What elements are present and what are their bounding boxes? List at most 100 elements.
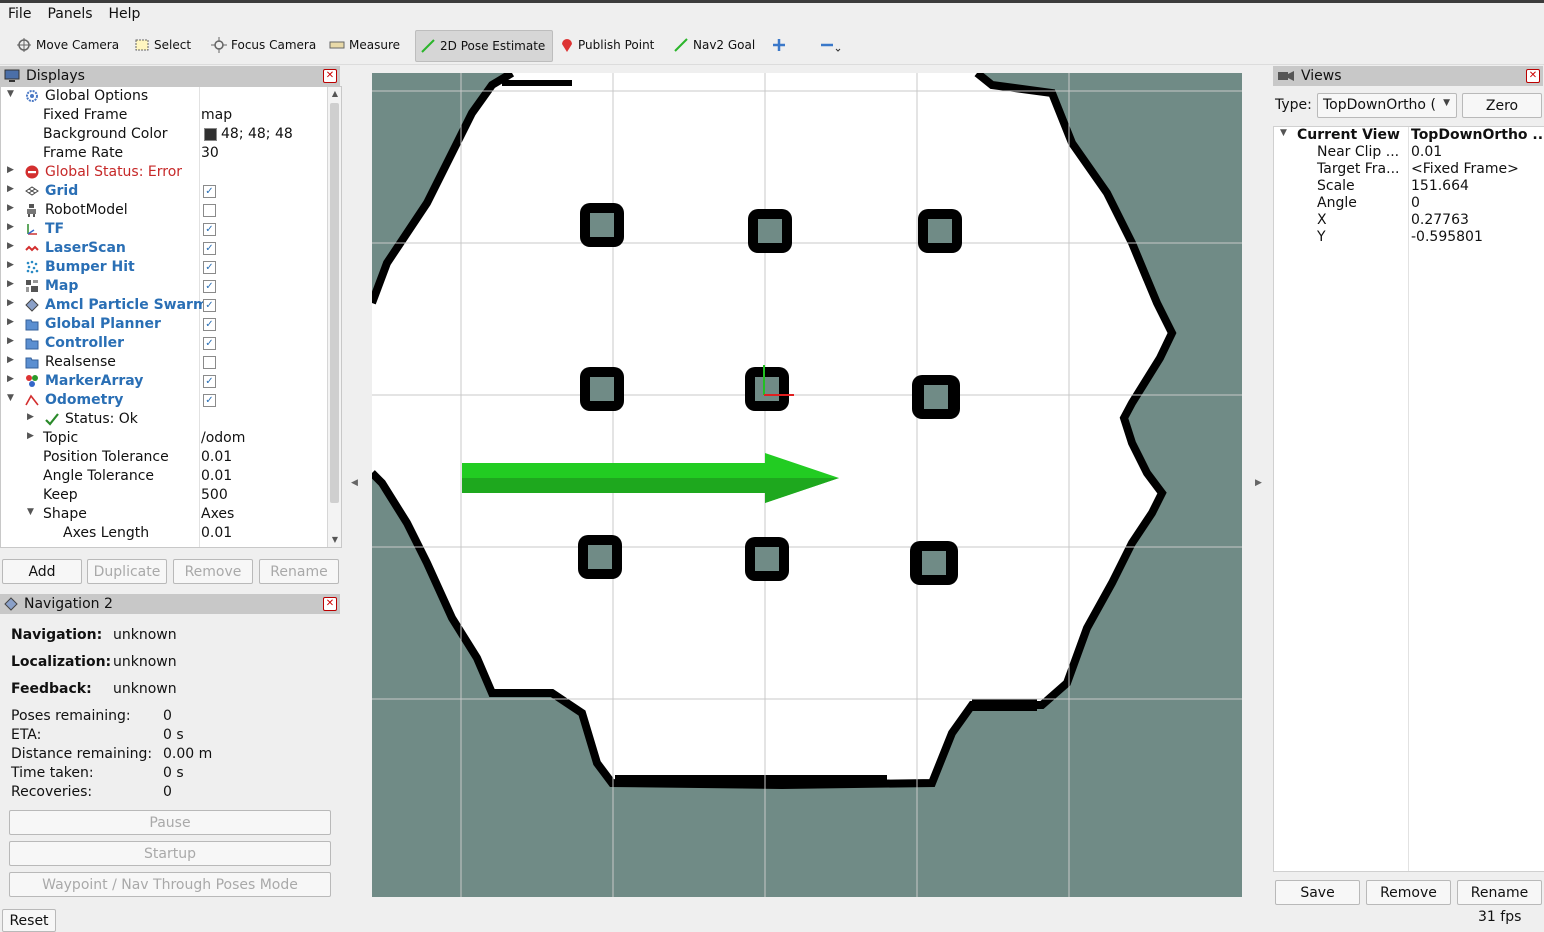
view-prop-value[interactable]: <Fixed Frame>: [1411, 161, 1519, 177]
tree-row-background-color[interactable]: Background Color 48; 48; 48: [1, 125, 327, 144]
tree-value[interactable]: 0.01: [201, 525, 232, 541]
tree-row-map[interactable]: ▶ Map ✓: [1, 277, 327, 296]
expand-right-icon[interactable]: ▶: [7, 165, 14, 175]
remove-view-button[interactable]: Remove: [1366, 880, 1451, 905]
tree-value[interactable]: 0.01: [201, 468, 232, 484]
tree-row-robotmodel[interactable]: ▶ RobotModel: [1, 201, 327, 220]
expand-right-icon[interactable]: ▶: [7, 279, 14, 289]
expand-right-icon[interactable]: ▶: [7, 298, 14, 308]
expand-right-icon[interactable]: ▶: [27, 431, 34, 441]
expand-down-icon[interactable]: ▼: [7, 89, 14, 99]
add-tool-button[interactable]: [767, 30, 791, 60]
tree-row-keep[interactable]: Keep 500: [1, 486, 327, 505]
view-prop-value[interactable]: -0.595801: [1411, 229, 1483, 245]
move-camera-tool[interactable]: Move Camera: [12, 30, 123, 60]
expand-down-icon[interactable]: ▼: [1280, 128, 1287, 138]
expand-down-icon[interactable]: ▼: [27, 507, 34, 517]
expand-right-icon[interactable]: ▶: [7, 184, 14, 194]
pause-button[interactable]: Pause: [9, 810, 331, 835]
view-prop-value[interactable]: 151.664: [1411, 178, 1469, 194]
tree-value[interactable]: 500: [201, 487, 228, 503]
close-icon[interactable]: ✕: [323, 69, 337, 83]
checkbox-unchecked[interactable]: [203, 356, 216, 369]
nav2-goal-tool[interactable]: Nav2 Goal: [669, 30, 759, 60]
tree-row-frame-rate[interactable]: Frame Rate 30: [1, 144, 327, 163]
rename-view-button[interactable]: Rename: [1457, 880, 1542, 905]
waypoint-mode-button[interactable]: Waypoint / Nav Through Poses Mode: [9, 872, 331, 897]
menu-help[interactable]: Help: [101, 6, 149, 22]
tree-row-shape[interactable]: ▼ Shape Axes: [1, 505, 327, 524]
collapse-right-icon[interactable]: ▶: [1255, 478, 1262, 488]
expand-right-icon[interactable]: ▶: [7, 203, 14, 213]
tree-value[interactable]: 0.01: [201, 449, 232, 465]
menu-panels[interactable]: Panels: [39, 6, 100, 22]
checkbox-unchecked[interactable]: [203, 204, 216, 217]
expand-right-icon[interactable]: ▶: [7, 260, 14, 270]
tree-value[interactable]: map: [201, 107, 232, 123]
expand-down-icon[interactable]: ▼: [7, 393, 14, 403]
checkbox-checked[interactable]: ✓: [203, 394, 216, 407]
view-type-select[interactable]: TopDownOrtho ( ▼: [1317, 93, 1457, 118]
tree-value[interactable]: /odom: [201, 430, 245, 446]
remove-display-button[interactable]: Remove: [173, 559, 253, 584]
tree-row-global-status[interactable]: ▶ Global Status: Error: [1, 163, 327, 182]
tree-row-controller[interactable]: ▶ Controller ✓: [1, 334, 327, 353]
close-icon[interactable]: ✕: [1526, 69, 1540, 83]
tree-row-laserscan[interactable]: ▶ LaserScan ✓: [1, 239, 327, 258]
tree-row-global-planner[interactable]: ▶ Global Planner ✓: [1, 315, 327, 334]
checkbox-checked[interactable]: ✓: [203, 280, 216, 293]
tree-row-global-options[interactable]: ▼ Global Options: [1, 87, 327, 106]
color-swatch[interactable]: [204, 128, 217, 141]
checkbox-checked[interactable]: ✓: [203, 375, 216, 388]
expand-right-icon[interactable]: ▶: [7, 222, 14, 232]
tree-row-status-ok[interactable]: ▶ Status: Ok: [1, 410, 327, 429]
view-prop-value[interactable]: 0.27763: [1411, 212, 1469, 228]
menu-file[interactable]: File: [0, 6, 39, 22]
tree-row-odometry[interactable]: ▼ Odometry ✓: [1, 391, 327, 410]
tree-row-fixed-frame[interactable]: Fixed Frame map: [1, 106, 327, 125]
select-tool[interactable]: Select: [130, 30, 195, 60]
publish-point-tool[interactable]: Publish Point: [556, 30, 658, 60]
scrollbar[interactable]: ▲ ▼: [327, 87, 341, 547]
collapse-left-icon[interactable]: ◀: [351, 478, 358, 488]
focus-camera-tool[interactable]: Focus Camera: [207, 30, 320, 60]
view-prop-value[interactable]: 0.01: [1411, 144, 1442, 160]
tree-row-angle-tolerance[interactable]: Angle Tolerance 0.01: [1, 467, 327, 486]
save-view-button[interactable]: Save: [1275, 880, 1360, 905]
tree-value[interactable]: 48; 48; 48: [221, 126, 293, 142]
checkbox-checked[interactable]: ✓: [203, 318, 216, 331]
tree-row-position-tolerance[interactable]: Position Tolerance 0.01: [1, 448, 327, 467]
checkbox-checked[interactable]: ✓: [203, 242, 216, 255]
duplicate-button[interactable]: Duplicate: [87, 559, 167, 584]
tree-row-markerarray[interactable]: ▶ MarkerArray ✓: [1, 372, 327, 391]
zero-button[interactable]: Zero: [1462, 93, 1542, 118]
remove-tool-button[interactable]: [815, 30, 845, 60]
tree-value[interactable]: Axes: [201, 506, 234, 522]
tree-row-grid[interactable]: ▶ Grid ✓: [1, 182, 327, 201]
checkbox-checked[interactable]: ✓: [203, 337, 216, 350]
expand-right-icon[interactable]: ▶: [7, 317, 14, 327]
tree-row-tf[interactable]: ▶ TF ✓: [1, 220, 327, 239]
checkbox-checked[interactable]: ✓: [203, 223, 216, 236]
checkbox-checked[interactable]: ✓: [203, 299, 216, 312]
expand-right-icon[interactable]: ▶: [7, 355, 14, 365]
render-viewport[interactable]: [372, 73, 1242, 897]
tree-value[interactable]: 30: [201, 145, 219, 161]
view-prop-value[interactable]: 0: [1411, 195, 1420, 211]
pose-estimate-tool[interactable]: 2D Pose Estimate: [415, 30, 553, 62]
tree-row-topic[interactable]: ▶ Topic /odom: [1, 429, 327, 448]
rename-display-button[interactable]: Rename: [259, 559, 339, 584]
add-button[interactable]: Add: [2, 559, 82, 584]
reset-button[interactable]: Reset: [2, 909, 56, 932]
checkbox-checked[interactable]: ✓: [203, 185, 216, 198]
tree-row-amcl-particle-swarm[interactable]: ▶ Amcl Particle Swarm ✓: [1, 296, 327, 315]
tree-row-axes-length[interactable]: Axes Length 0.01: [1, 524, 327, 543]
expand-right-icon[interactable]: ▶: [27, 412, 34, 422]
expand-right-icon[interactable]: ▶: [7, 374, 14, 384]
expand-right-icon[interactable]: ▶: [7, 336, 14, 346]
scroll-down-icon[interactable]: ▼: [328, 533, 341, 547]
expand-right-icon[interactable]: ▶: [7, 241, 14, 251]
startup-button[interactable]: Startup: [9, 841, 331, 866]
scroll-thumb[interactable]: [330, 103, 339, 503]
scroll-up-icon[interactable]: ▲: [328, 87, 341, 101]
